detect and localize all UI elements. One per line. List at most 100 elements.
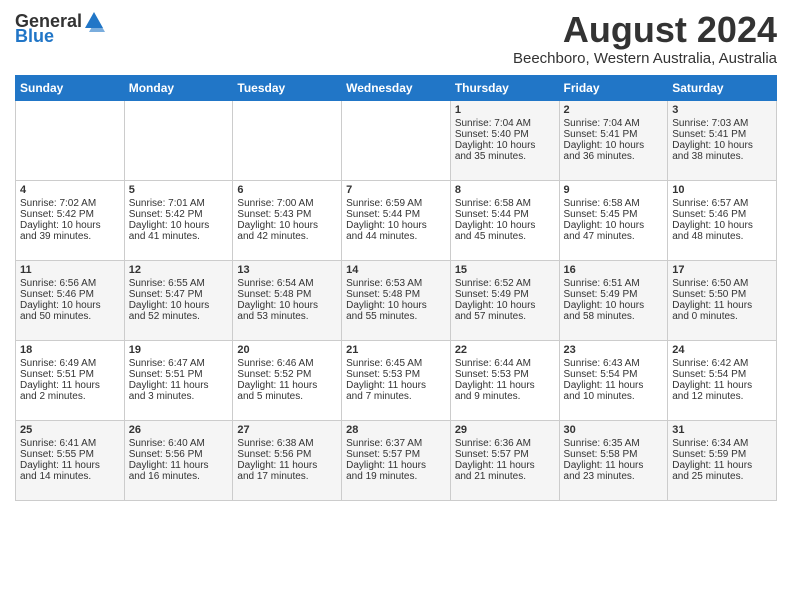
calendar-cell: 22 Sunrise: 6:44 AMSunset: 5:53 PMDayligh… bbox=[450, 340, 559, 420]
day-number: 26 bbox=[129, 424, 229, 436]
day-number: 6 bbox=[237, 184, 337, 196]
day-info: Sunset: 5:44 PM bbox=[455, 209, 555, 220]
day-info: Sunrise: 6:44 AM bbox=[455, 358, 555, 369]
calendar-week-5: 25Sunrise: 6:41 AMSunset: 5:55 PMDayligh… bbox=[16, 420, 777, 500]
day-info: and 44 minutes. bbox=[346, 231, 446, 242]
day-info: Daylight: 10 hours bbox=[129, 220, 229, 231]
title-block: August 2024 Beechboro, Western Australia… bbox=[513, 10, 777, 67]
day-info: Sunset: 5:53 PM bbox=[455, 369, 555, 380]
day-info: Sunset: 5:43 PM bbox=[237, 209, 337, 220]
day-info: Sunset: 5:52 PM bbox=[237, 369, 337, 380]
calendar-cell: 29Sunrise: 6:36 AMSunset: 5:57 PMDayligh… bbox=[450, 420, 559, 500]
day-info: Sunset: 5:46 PM bbox=[20, 289, 120, 300]
calendar-cell bbox=[124, 100, 233, 180]
day-info: and 42 minutes. bbox=[237, 231, 337, 242]
day-info: Daylight: 10 hours bbox=[564, 300, 664, 311]
day-info: Sunset: 5:54 PM bbox=[672, 369, 772, 380]
day-info: Daylight: 11 hours bbox=[455, 460, 555, 471]
day-info: and 3 minutes. bbox=[129, 391, 229, 402]
day-info: Sunset: 5:54 PM bbox=[564, 369, 664, 380]
day-number: 24 bbox=[672, 344, 772, 356]
day-info: Sunrise: 6:47 AM bbox=[129, 358, 229, 369]
calendar-body: 1Sunrise: 7:04 AMSunset: 5:40 PMDaylight… bbox=[16, 100, 777, 500]
calendar-cell: 31Sunrise: 6:34 AMSunset: 5:59 PMDayligh… bbox=[668, 420, 777, 500]
day-info: Daylight: 10 hours bbox=[455, 140, 555, 151]
day-info: Sunset: 5:51 PM bbox=[129, 369, 229, 380]
day-header-saturday: Saturday bbox=[668, 75, 777, 100]
day-info: Sunset: 5:41 PM bbox=[564, 129, 664, 140]
calendar-cell: 20Sunrise: 6:46 AMSunset: 5:52 PMDayligh… bbox=[233, 340, 342, 420]
day-number: 16 bbox=[564, 264, 664, 276]
day-info: and 2 minutes. bbox=[20, 391, 120, 402]
calendar-cell: 27Sunrise: 6:38 AMSunset: 5:56 PMDayligh… bbox=[233, 420, 342, 500]
day-number: 20 bbox=[237, 344, 337, 356]
calendar-cell: 2Sunrise: 7:04 AMSunset: 5:41 PMDaylight… bbox=[559, 100, 668, 180]
day-info: Sunrise: 6:43 AM bbox=[564, 358, 664, 369]
day-info: Sunset: 5:50 PM bbox=[672, 289, 772, 300]
day-info: and 35 minutes. bbox=[455, 151, 555, 162]
day-info: Sunrise: 6:58 AM bbox=[564, 198, 664, 209]
day-info: Daylight: 10 hours bbox=[20, 300, 120, 311]
calendar-cell: 11Sunrise: 6:56 AMSunset: 5:46 PMDayligh… bbox=[16, 260, 125, 340]
day-info: and 14 minutes. bbox=[20, 471, 120, 482]
day-info: and 47 minutes. bbox=[564, 231, 664, 242]
day-number: 29 bbox=[455, 424, 555, 436]
day-info: Sunrise: 6:36 AM bbox=[455, 438, 555, 449]
calendar-header-row: SundayMondayTuesdayWednesdayThursdayFrid… bbox=[16, 75, 777, 100]
day-number: 22 bbox=[455, 344, 555, 356]
day-info: Sunset: 5:51 PM bbox=[20, 369, 120, 380]
day-info: and 36 minutes. bbox=[564, 151, 664, 162]
day-info: and 16 minutes. bbox=[129, 471, 229, 482]
page-header: General Blue August 2024 Beechboro, West… bbox=[15, 10, 777, 67]
day-number: 25 bbox=[20, 424, 120, 436]
day-info: Daylight: 11 hours bbox=[237, 380, 337, 391]
day-info: and 58 minutes. bbox=[564, 311, 664, 322]
calendar-cell: 10Sunrise: 6:57 AMSunset: 5:46 PMDayligh… bbox=[668, 180, 777, 260]
day-info: Sunrise: 6:34 AM bbox=[672, 438, 772, 449]
day-info: Sunrise: 7:01 AM bbox=[129, 198, 229, 209]
day-number: 7 bbox=[346, 184, 446, 196]
calendar-week-4: 18Sunrise: 6:49 AMSunset: 5:51 PMDayligh… bbox=[16, 340, 777, 420]
day-info: Daylight: 10 hours bbox=[672, 220, 772, 231]
calendar-cell: 28Sunrise: 6:37 AMSunset: 5:57 PMDayligh… bbox=[342, 420, 451, 500]
day-info: Daylight: 10 hours bbox=[564, 220, 664, 231]
calendar-cell: 15Sunrise: 6:52 AMSunset: 5:49 PMDayligh… bbox=[450, 260, 559, 340]
day-number: 5 bbox=[129, 184, 229, 196]
calendar-cell: 4Sunrise: 7:02 AMSunset: 5:42 PMDaylight… bbox=[16, 180, 125, 260]
day-number: 14 bbox=[346, 264, 446, 276]
calendar-cell: 8Sunrise: 6:58 AMSunset: 5:44 PMDaylight… bbox=[450, 180, 559, 260]
page-subtitle: Beechboro, Western Australia, Australia bbox=[513, 50, 777, 67]
day-info: Daylight: 11 hours bbox=[346, 460, 446, 471]
day-number: 11 bbox=[20, 264, 120, 276]
calendar-cell: 14Sunrise: 6:53 AMSunset: 5:48 PMDayligh… bbox=[342, 260, 451, 340]
day-info: Daylight: 11 hours bbox=[20, 380, 120, 391]
day-info: Sunset: 5:40 PM bbox=[455, 129, 555, 140]
day-info: and 38 minutes. bbox=[672, 151, 772, 162]
calendar-cell: 7Sunrise: 6:59 AMSunset: 5:44 PMDaylight… bbox=[342, 180, 451, 260]
day-number: 4 bbox=[20, 184, 120, 196]
day-header-wednesday: Wednesday bbox=[342, 75, 451, 100]
day-info: Daylight: 11 hours bbox=[455, 380, 555, 391]
calendar-cell: 26Sunrise: 6:40 AMSunset: 5:56 PMDayligh… bbox=[124, 420, 233, 500]
day-info: Sunset: 5:42 PM bbox=[20, 209, 120, 220]
day-info: Sunset: 5:57 PM bbox=[346, 449, 446, 460]
day-info: and 9 minutes. bbox=[455, 391, 555, 402]
day-number: 19 bbox=[129, 344, 229, 356]
calendar-cell bbox=[233, 100, 342, 180]
day-number: 3 bbox=[672, 104, 772, 116]
day-info: Sunset: 5:48 PM bbox=[346, 289, 446, 300]
day-info: Sunset: 5:49 PM bbox=[455, 289, 555, 300]
calendar-cell: 5Sunrise: 7:01 AMSunset: 5:42 PMDaylight… bbox=[124, 180, 233, 260]
day-info: and 5 minutes. bbox=[237, 391, 337, 402]
day-info: Sunrise: 6:40 AM bbox=[129, 438, 229, 449]
day-info: Sunrise: 7:03 AM bbox=[672, 118, 772, 129]
day-info: Sunset: 5:59 PM bbox=[672, 449, 772, 460]
calendar-cell: 6Sunrise: 7:00 AMSunset: 5:43 PMDaylight… bbox=[233, 180, 342, 260]
day-info: and 55 minutes. bbox=[346, 311, 446, 322]
calendar-cell: 17Sunrise: 6:50 AMSunset: 5:50 PMDayligh… bbox=[668, 260, 777, 340]
day-info: and 19 minutes. bbox=[346, 471, 446, 482]
day-info: Sunrise: 7:04 AM bbox=[564, 118, 664, 129]
day-number: 31 bbox=[672, 424, 772, 436]
day-number: 15 bbox=[455, 264, 555, 276]
day-info: Daylight: 10 hours bbox=[455, 220, 555, 231]
